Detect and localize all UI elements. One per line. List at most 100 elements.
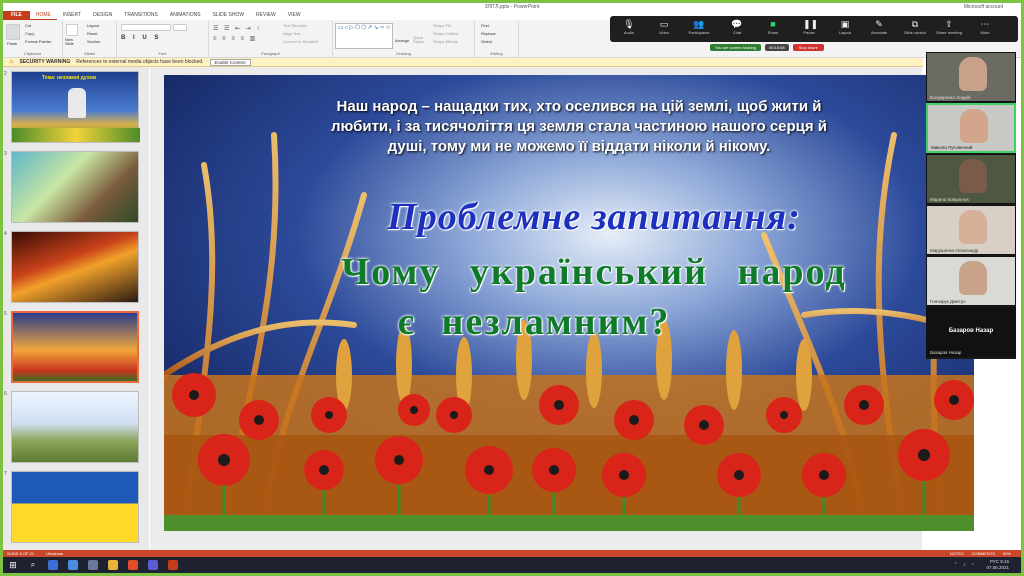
thumb-flowers xyxy=(12,128,140,142)
slide-thumbnail-4[interactable] xyxy=(11,231,139,303)
new-slide-icon[interactable] xyxy=(66,24,78,36)
problem-question-heading: Проблемне запитання: xyxy=(387,196,801,238)
zoom-app-icon[interactable] xyxy=(68,560,78,570)
align-text-button[interactable]: Align Text xyxy=(283,31,300,36)
zoom-level[interactable]: 50% xyxy=(1003,551,1011,556)
search-icon[interactable]: ⌕ xyxy=(28,560,38,570)
slide-thumbnail-2[interactable]: Тема: незламні духом xyxy=(11,71,140,143)
windows-start-icon[interactable]: ⊞ xyxy=(8,560,18,570)
edge-icon[interactable] xyxy=(48,560,58,570)
slide-control-button[interactable]: ⧉ Slide control xyxy=(898,18,932,40)
participant-tile[interactable]: Марушенко Олександр xyxy=(926,205,1016,255)
tab-home[interactable]: HOME xyxy=(29,11,57,20)
thumb-number: 3 xyxy=(4,151,7,157)
section-button[interactable]: Section xyxy=(87,39,100,44)
align-icons[interactable]: ≡ ≡ ≡ ≡ ▥ xyxy=(213,35,257,42)
slide-thumbnail-7[interactable] xyxy=(11,471,139,543)
shapes-gallery[interactable]: ▭○▷⬠⬡↗↘⇨☆▭○▷⬠⬡↗↘⇨☆▭○▷⬠⬡↗↘ xyxy=(335,23,393,49)
bold-italic-underline-icon[interactable]: B I U S xyxy=(121,35,161,41)
chrome-icon[interactable] xyxy=(128,560,138,570)
thumb-title: Тема: незламні духом xyxy=(42,75,97,81)
cut-button[interactable]: Cut xyxy=(25,23,31,28)
comments-button[interactable]: COMMENTS xyxy=(972,551,995,556)
slide-thumbnail-5[interactable] xyxy=(11,311,139,383)
account-link[interactable]: Microsoft account xyxy=(964,4,1003,10)
more-button[interactable]: ⋯ More xyxy=(968,18,1002,40)
enable-content-button[interactable]: Enable Content xyxy=(209,58,251,66)
slide-editor: Наш народ – нащадки тих, хто оселився на… xyxy=(150,67,974,550)
stop-share-button[interactable]: Stop share xyxy=(792,43,824,51)
participant-tile[interactable]: Марина Ковальчук xyxy=(926,154,1016,204)
paragraph-label: Paragraph xyxy=(261,51,280,56)
slide-thumbnail-3[interactable] xyxy=(11,151,139,223)
format-painter-button[interactable]: Format Painter xyxy=(25,39,51,44)
tab-animations[interactable]: ANIMATIONS xyxy=(164,11,207,20)
window-title: ЗЛІТЛ.pptx - PowerPoint xyxy=(484,4,540,10)
convert-smartart-button[interactable]: Convert to SmartArt xyxy=(283,39,318,44)
font-family-select[interactable] xyxy=(121,24,171,31)
explorer-icon[interactable] xyxy=(108,560,118,570)
tab-insert[interactable]: INSERT xyxy=(57,11,87,20)
tab-file[interactable]: FILE xyxy=(3,11,30,20)
title-bar: ЗЛІТЛ.pptx - PowerPoint Microsoft accoun… xyxy=(3,3,1021,11)
video-button[interactable]: ▭ Video xyxy=(647,18,681,40)
tab-transitions[interactable]: TRANSITIONS xyxy=(118,11,164,20)
copy-button[interactable]: Copy xyxy=(25,31,34,36)
notes-button[interactable]: NOTES xyxy=(950,551,964,556)
font-size-select[interactable] xyxy=(173,24,187,31)
list-icons[interactable]: ☰ ☰ ⇤ ⇥ ↕ xyxy=(213,25,261,32)
text-direction-button[interactable]: Text Direction xyxy=(283,23,307,28)
tab-view[interactable]: VIEW xyxy=(282,11,307,20)
warning-icon: ⚠ xyxy=(9,59,14,65)
quick-styles-button[interactable]: Quick Styles xyxy=(413,36,427,44)
layout-button-zoom[interactable]: ▣ Layout xyxy=(828,18,862,40)
shape-fill-button[interactable]: Shape Fill xyxy=(433,23,451,28)
share-meeting-button[interactable]: ⇪ Share meeting xyxy=(932,18,966,40)
participant-tile-active[interactable]: Микола Пуговичний xyxy=(926,103,1016,153)
tray-icons[interactable]: ⌃ ♪ ◔ xyxy=(954,562,977,568)
reset-button[interactable]: Reset xyxy=(87,31,97,36)
annotate-button[interactable]: ✎ Annotate xyxy=(862,18,896,40)
chat-button[interactable]: 💬 Chat xyxy=(720,18,754,40)
layout-button[interactable]: Layout xyxy=(87,23,99,28)
figure-shape xyxy=(68,88,86,118)
status-bar: SLIDE 5 OF 21 Ukrainian NOTES COMMENTS 5… xyxy=(3,550,1021,557)
find-button[interactable]: Find xyxy=(481,23,489,28)
editing-group: Find Replace Select Editing xyxy=(475,21,519,57)
security-warning-message: References to external media objects hav… xyxy=(76,59,204,65)
shape-effects-button[interactable]: Shape Effects xyxy=(433,39,458,44)
participant-name: Базаров Назар xyxy=(930,350,962,355)
clock-time: 9:15 xyxy=(1000,559,1009,564)
app-icon[interactable] xyxy=(88,560,98,570)
participants-button[interactable]: 👥 Participants xyxy=(682,18,716,40)
select-button[interactable]: Select xyxy=(481,39,492,44)
new-slide-button[interactable]: New Slide xyxy=(65,38,81,46)
share-button[interactable]: ■ Share xyxy=(756,18,790,40)
system-clock[interactable]: РУС 9:15 07.06.2021 xyxy=(986,559,1009,571)
participant-tile[interactable]: Гончарук Дмитро xyxy=(926,256,1016,306)
share-timer: 00:15:08 xyxy=(765,43,789,51)
shape-outline-button[interactable]: Shape Outline xyxy=(433,31,458,36)
pause-button[interactable]: ❚❚ Pause xyxy=(792,18,826,40)
annotate-icon: ✎ xyxy=(875,19,883,29)
replace-button[interactable]: Replace xyxy=(481,31,496,36)
drawing-label: Drawing xyxy=(396,51,411,56)
question-line-1: Чому український народ xyxy=(341,251,847,293)
slide-thumbnail-6[interactable] xyxy=(11,391,139,463)
audio-button[interactable]: 🎙 Audio xyxy=(612,18,646,40)
teams-icon[interactable] xyxy=(148,560,158,570)
paste-button[interactable] xyxy=(6,24,20,40)
slide-thumbnails-panel: 2 Тема: незламні духом 3 4 5 6 7 xyxy=(3,67,149,550)
current-slide[interactable]: Наш народ – нащадки тих, хто оселився на… xyxy=(164,75,974,531)
share-meeting-icon: ⇪ xyxy=(945,19,953,29)
tab-design[interactable]: DESIGN xyxy=(87,11,118,20)
arrange-button[interactable]: Arrange xyxy=(395,38,409,43)
tab-review[interactable]: REVIEW xyxy=(250,11,282,20)
language-indicator[interactable]: Ukrainian xyxy=(46,551,63,556)
tab-slide-show[interactable]: SLIDE SHOW xyxy=(207,11,250,20)
powerpoint-icon[interactable] xyxy=(168,560,178,570)
intro-text: Наш народ – нащадки тих, хто оселився на… xyxy=(330,98,828,155)
clipboard-label: Clipboard xyxy=(23,51,42,56)
participant-tile[interactable]: Базаров Назар Базаров Назар xyxy=(926,307,1016,357)
participant-tile[interactable]: Бондаренко Андрій xyxy=(926,52,1016,102)
